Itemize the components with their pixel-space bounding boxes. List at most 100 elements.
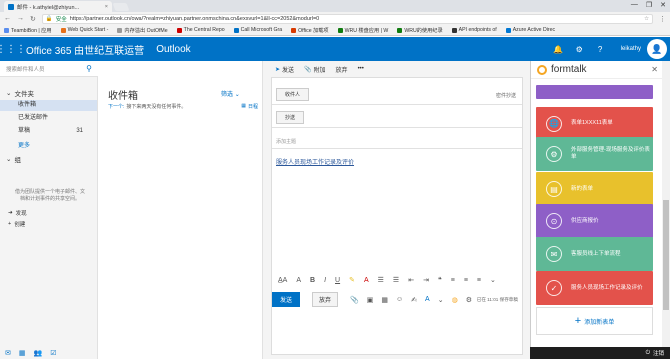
signout-button[interactable]: 注销	[653, 349, 664, 357]
search-icon[interactable]: ⚲	[86, 64, 92, 73]
bookmark-item[interactable]: Web Quick Start -	[60, 27, 108, 33]
underline-icon[interactable]: U	[335, 277, 340, 284]
bullets-icon[interactable]: ☰	[378, 276, 384, 284]
tab-close-icon[interactable]: ×	[105, 4, 108, 10]
forward-icon[interactable]: →	[17, 15, 24, 22]
bookmark-item[interactable]: TeambiBon | 应用	[4, 27, 52, 34]
font-grow-icon[interactable]: A	[296, 277, 301, 284]
address-bar: ← → ↻ 🔒 安全 https://partner.outlook.cn/ow…	[0, 12, 670, 25]
new-tab-button[interactable]	[112, 3, 130, 11]
body-link[interactable]: 服务人员现场工作记录及评价	[276, 157, 354, 166]
gear-icon[interactable]: ⚙	[569, 37, 590, 61]
bookmark-item[interactable]: The Central Repo	[176, 27, 225, 33]
search-input[interactable]: 搜索邮件和人员	[6, 65, 45, 73]
filter-button[interactable]: 筛选 ⌄	[221, 89, 240, 98]
numbering-icon[interactable]: ☰	[393, 276, 399, 284]
groups-description: 借为团队提供一个电子邮件、文档和计划事件的共享空间。	[14, 189, 85, 202]
reload-icon[interactable]: ↻	[30, 15, 36, 23]
send-button[interactable]: 发送	[272, 292, 301, 307]
discard-button[interactable]: 放弃	[312, 292, 339, 307]
chevron-down-icon[interactable]: ⌄	[490, 276, 496, 284]
star-icon[interactable]: ☆	[644, 16, 649, 22]
form-card[interactable]: ✓ 服务人员现场工作记录及评价	[536, 271, 653, 305]
paperclip-icon[interactable]: 📎	[350, 296, 359, 304]
more-folders-link[interactable]: 更多	[0, 140, 30, 149]
align-right-icon[interactable]: ≡	[477, 277, 481, 284]
more-options-button[interactable]: •••	[358, 66, 364, 72]
people-icon[interactable]: 👥	[34, 349, 43, 357]
create-group-button[interactable]: + 创建	[8, 220, 25, 228]
form-card[interactable]: ▤ 新的表单	[536, 172, 653, 206]
chevron-down-icon: ⌄	[6, 90, 12, 97]
align-left-icon[interactable]: ≡	[451, 277, 455, 284]
form-card[interactable]: ⚙ 外部服务管理-现场服务及评价表单	[536, 137, 653, 171]
folder-drafts[interactable]: 草稿 31	[0, 126, 97, 137]
bookmark-item[interactable]: 内存溢出 OutOfMe	[117, 27, 168, 34]
app-launcher-icon[interactable]: ⋮⋮⋮	[0, 37, 26, 61]
chevron-down-icon[interactable]: ⌄	[438, 296, 444, 304]
close-window-icon[interactable]: ✕	[660, 1, 666, 9]
url-field[interactable]: 🔒 安全 https://partner.outlook.cn/owa/?rea…	[41, 13, 653, 24]
italic-icon[interactable]: I	[324, 277, 326, 284]
close-icon[interactable]: ✕	[651, 65, 658, 74]
indent-icon[interactable]: ⇥	[423, 276, 429, 284]
bell-icon[interactable]: 🔔	[548, 37, 569, 61]
table-icon[interactable]: ▦	[381, 296, 388, 304]
bold-icon[interactable]: B	[310, 277, 315, 284]
minimize-icon[interactable]: —	[631, 1, 638, 9]
attach-toolbar-button[interactable]: 📎 附加	[304, 65, 326, 74]
quote-icon[interactable]: ❝	[438, 276, 442, 284]
maximize-icon[interactable]: ❐	[646, 1, 652, 9]
upcoming-events-row[interactable]: 下一个: 接下来两天没有任何事件。 ▦ 日程	[108, 103, 258, 110]
bcc-link[interactable]: 密件抄送	[496, 92, 516, 99]
window-controls: — ❐ ✕	[631, 1, 666, 9]
subject-input[interactable]: 添加主题	[276, 138, 296, 145]
calendar-icon[interactable]: ▦	[19, 349, 26, 357]
bookmark-item[interactable]: API endpoints of	[451, 27, 497, 33]
user-name[interactable]: leikathy	[621, 46, 641, 52]
more-icon[interactable]: ⚙	[466, 296, 472, 304]
folder-inbox[interactable]: 收件箱	[0, 100, 97, 111]
groups-header[interactable]: ⌄ 组	[6, 154, 21, 164]
image-icon[interactable]: ▣	[367, 296, 374, 304]
discover-groups-button[interactable]: ➜ 发现	[8, 209, 27, 217]
form-card[interactable]	[536, 85, 653, 99]
highlight-icon[interactable]: ✎	[349, 276, 355, 284]
form-card[interactable]: ✉ 客服员线上下单流程	[536, 237, 653, 271]
align-center-icon[interactable]: ≡	[464, 277, 468, 284]
folder-sent[interactable]: 已发送邮件	[0, 113, 97, 124]
form-card[interactable]: ⊙ 供应商报价	[536, 204, 653, 238]
addin-icon[interactable]: ◍	[452, 296, 458, 304]
scrollbar-thumb[interactable]	[663, 200, 669, 310]
help-icon[interactable]: ?	[590, 37, 611, 61]
bookmark-item[interactable]: WRU的使用纪录	[397, 27, 443, 34]
cc-button[interactable]: 抄送	[276, 111, 305, 124]
signature-icon[interactable]: ✍	[411, 296, 417, 304]
app-name[interactable]: Outlook	[156, 44, 190, 55]
font-color-icon[interactable]: A	[364, 277, 369, 284]
search-box[interactable]: 搜索邮件和人员 ⚲	[0, 61, 98, 77]
add-form-button[interactable]: + 添加新表单	[536, 307, 653, 335]
bookmark-item[interactable]: Office 加载项	[291, 27, 329, 34]
formtalk-header: formtalk ✕	[531, 61, 662, 79]
browser-tab[interactable]: 邮件 - k.athyiel@zhiyun... ×	[4, 1, 112, 12]
font-size-icon[interactable]: A̲A	[278, 277, 287, 284]
mail-icon[interactable]: ✉	[5, 349, 11, 357]
menu-icon[interactable]: ⋮	[659, 15, 666, 23]
discard-toolbar-button[interactable]: 放弃	[336, 65, 348, 74]
back-icon[interactable]: ←	[4, 15, 11, 22]
send-toolbar-button[interactable]: ➤ 发送	[275, 65, 294, 74]
arrow-right-icon: ➜	[8, 210, 13, 216]
bookmark-item[interactable]: WRU 楼盘应用 | W	[337, 27, 388, 34]
to-button[interactable]: 收件人	[276, 88, 310, 101]
schedule-link[interactable]: 日程	[248, 103, 258, 110]
bookmark-item[interactable]: Call Microsoft Gra	[233, 27, 282, 33]
tasks-icon[interactable]: ☑	[50, 349, 56, 357]
folders-header[interactable]: ⌄ 文件夹	[6, 88, 34, 98]
bookmark-item[interactable]: Azure Active Direc	[505, 27, 555, 33]
format-icon[interactable]: A	[425, 296, 430, 303]
avatar[interactable]: 👤	[647, 39, 667, 59]
emoji-icon[interactable]: ☺	[396, 296, 403, 303]
outdent-icon[interactable]: ⇤	[408, 276, 414, 284]
form-card[interactable]: 🌐 表单1XXX11表单	[536, 107, 653, 140]
